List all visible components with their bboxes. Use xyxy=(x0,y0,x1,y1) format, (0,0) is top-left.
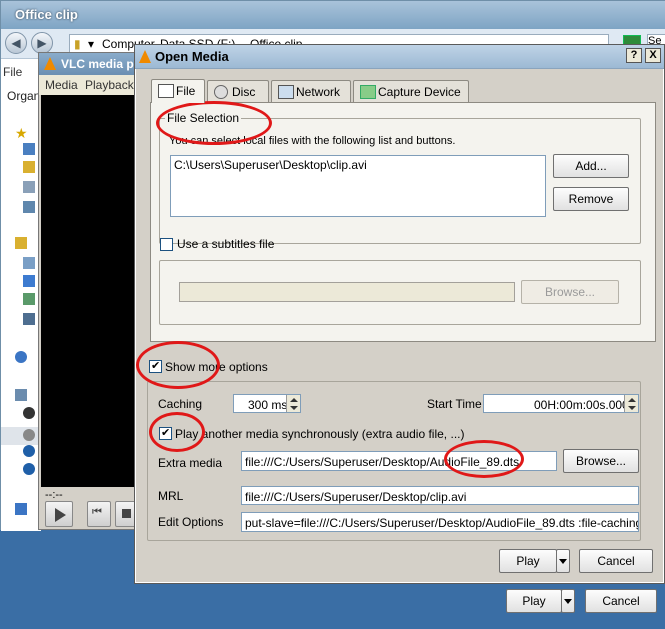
downloads-icon[interactable] xyxy=(23,161,35,173)
pictures-icon[interactable] xyxy=(23,293,35,305)
list-item[interactable]: C:\Users\Superuser\Desktop\clip.avi xyxy=(174,158,367,172)
cancel-button[interactable]: Cancel xyxy=(579,549,653,573)
time-display: --:-- xyxy=(45,489,63,501)
edit-options-label: Edit Options xyxy=(158,515,224,529)
subtitles-browse-button: Browse... xyxy=(521,280,619,304)
drive-icon[interactable] xyxy=(23,407,35,419)
subtitles-path-field xyxy=(179,282,515,302)
navigation-pane: File Organ ★ xyxy=(1,59,41,531)
star-icon[interactable]: ★ xyxy=(15,125,28,141)
video-area[interactable] xyxy=(41,95,137,487)
vlc-cone-icon xyxy=(44,57,56,70)
skip-back-icon: ⏮ xyxy=(92,506,102,518)
caching-label: Caching xyxy=(158,397,203,411)
capture-card-icon xyxy=(360,85,376,99)
folder-icon xyxy=(158,84,174,98)
play-button[interactable] xyxy=(45,501,73,527)
homegroup-icon[interactable] xyxy=(15,351,27,363)
edit-options-input[interactable]: put-slave=file:///C:/Users/Superuser/Des… xyxy=(241,512,639,532)
file-selection-legend: File Selection xyxy=(165,111,242,125)
caching-value: 300 ms xyxy=(248,398,288,412)
tab-capture-device[interactable]: Capture Device xyxy=(353,80,469,102)
libraries-icon[interactable] xyxy=(15,237,27,249)
documents-icon[interactable] xyxy=(23,257,35,269)
caching-spinbox[interactable]: 300 ms xyxy=(233,394,301,413)
stop-icon xyxy=(122,509,131,518)
open-media-dialog: Open Media ? X File Disc Network Capture… xyxy=(134,44,665,584)
forward-button[interactable]: ▶ xyxy=(31,32,53,54)
background-play-button[interactable]: Play xyxy=(506,589,562,613)
disc-icon xyxy=(214,85,228,99)
dialog-title-bar: Open Media ? X xyxy=(135,45,664,69)
play-another-media-checkbox[interactable] xyxy=(159,426,172,440)
tab-file[interactable]: File xyxy=(151,79,205,103)
subtitles-checkbox-label: Use a subtitles file xyxy=(177,237,275,251)
back-button[interactable]: ◀ xyxy=(5,32,27,54)
mrl-value: file:///C:/Users/Superuser/Desktop/clip.… xyxy=(245,490,467,504)
tab-file-label: File xyxy=(176,84,196,98)
drive-icon[interactable] xyxy=(23,429,35,441)
computer-icon[interactable] xyxy=(15,389,27,401)
extra-media-value: file:///C:/Users/Superuser/Desktop/Audio… xyxy=(245,455,520,469)
start-time-spinbox[interactable]: 00H:00m:00s.000 xyxy=(483,394,639,413)
videos-icon[interactable] xyxy=(23,313,35,325)
chevron-down-icon[interactable]: ▾ xyxy=(88,37,94,51)
tab-network[interactable]: Network xyxy=(271,80,351,102)
show-more-options-label: Show more options xyxy=(165,360,268,374)
play-button[interactable]: Play xyxy=(499,549,557,573)
play-dropdown-button[interactable] xyxy=(556,549,570,573)
recent-icon[interactable] xyxy=(23,181,35,193)
music-icon[interactable] xyxy=(23,275,35,287)
chevron-down-icon xyxy=(564,599,572,604)
folder-icon: ▮ xyxy=(74,37,81,51)
start-time-value: 00H:00m:00s.000 xyxy=(534,398,629,412)
selected-drive-row[interactable] xyxy=(1,427,41,445)
monitor-icon[interactable] xyxy=(23,201,35,213)
extra-media-browse-button[interactable]: Browse... xyxy=(563,449,639,473)
start-time-label: Start Time xyxy=(427,397,482,411)
edit-options-value: put-slave=file:///C:/Users/Superuser/Des… xyxy=(245,516,639,530)
tab-disc[interactable]: Disc xyxy=(207,80,269,102)
network-icon xyxy=(278,85,294,99)
show-more-options-checkbox[interactable] xyxy=(149,359,162,373)
tab-network-label: Network xyxy=(296,85,341,99)
play-another-media-label: Play another media synchronously (extra … xyxy=(175,427,465,441)
vlc-main-window: VLC media pl Media Playback --:-- ⏮ xyxy=(38,52,139,530)
chevron-down-icon xyxy=(559,559,567,564)
spin-arrows-icon[interactable] xyxy=(286,395,300,412)
hp-drive-icon[interactable] xyxy=(23,445,35,457)
network-icon[interactable] xyxy=(15,503,27,515)
file-menu[interactable]: File xyxy=(3,65,22,79)
menu-playback[interactable]: Playback xyxy=(85,78,134,92)
previous-button[interactable]: ⏮ xyxy=(87,501,111,527)
play-icon xyxy=(55,508,66,522)
remove-button[interactable]: Remove xyxy=(553,187,629,211)
explorer-title: Office clip xyxy=(15,7,78,22)
add-button[interactable]: Add... xyxy=(553,154,629,178)
organize-button[interactable]: Organ xyxy=(7,89,40,103)
help-button[interactable]: ? xyxy=(626,48,642,63)
vlc-cone-icon xyxy=(139,50,151,63)
extra-media-input[interactable]: file:///C:/Users/Superuser/Desktop/Audio… xyxy=(241,451,557,471)
file-list[interactable]: C:\Users\Superuser\Desktop\clip.avi xyxy=(170,155,546,217)
tab-capture-label: Capture Device xyxy=(378,85,461,99)
vlc-menu-bar: Media Playback xyxy=(39,75,139,95)
vlc-title-bar: VLC media pl xyxy=(39,53,139,75)
background-cancel-button[interactable]: Cancel xyxy=(585,589,657,613)
tab-disc-label: Disc xyxy=(232,85,256,99)
extra-media-label: Extra media xyxy=(158,456,223,470)
background-play-dropdown[interactable] xyxy=(561,589,575,613)
hp-drive-icon[interactable] xyxy=(23,463,35,475)
desktop-icon[interactable] xyxy=(23,143,35,155)
explorer-title-bar: Office clip xyxy=(1,1,665,29)
menu-media[interactable]: Media xyxy=(45,78,78,92)
dialog-title: Open Media xyxy=(155,49,229,64)
mrl-field: file:///C:/Users/Superuser/Desktop/clip.… xyxy=(241,486,639,505)
close-button[interactable]: X xyxy=(645,48,661,63)
mrl-label: MRL xyxy=(158,489,184,503)
file-selection-description: You can select local files with the foll… xyxy=(169,135,456,147)
spin-arrows-icon[interactable] xyxy=(624,395,638,412)
vlc-title: VLC media pl xyxy=(61,57,138,71)
subtitles-checkbox[interactable] xyxy=(160,238,173,251)
